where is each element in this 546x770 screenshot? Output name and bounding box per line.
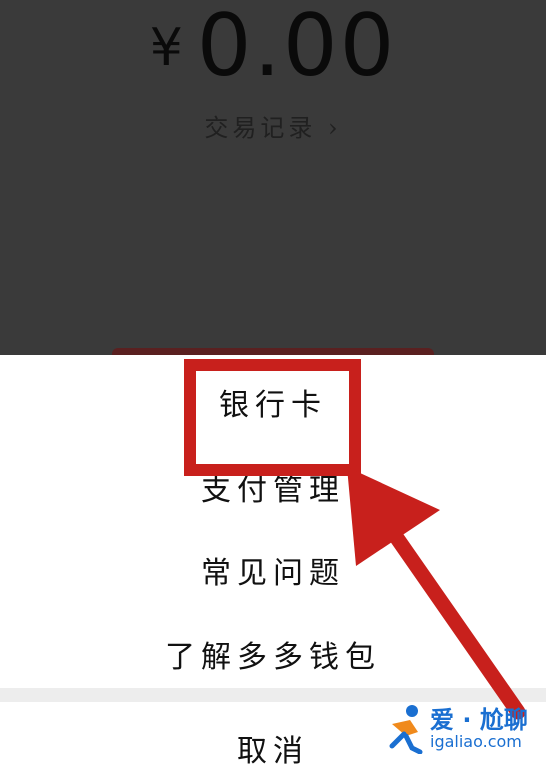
watermark-title: 爱 · 尬聊 <box>430 706 528 734</box>
watermark-url: igaliao.com <box>430 732 522 751</box>
runner-logo-icon <box>389 705 423 754</box>
watermark: 爱 · 尬聊 igaliao.com <box>382 700 542 760</box>
annotation-arrow-icon <box>347 467 526 720</box>
